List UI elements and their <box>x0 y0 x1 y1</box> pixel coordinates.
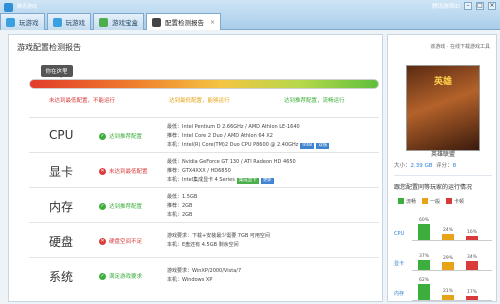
game-icon <box>52 17 62 27</box>
status-badge: ✓ 达到推荐配置 <box>99 202 143 210</box>
distribution-bar <box>418 224 430 240</box>
distribution-percent: 60% <box>418 218 429 223</box>
position-badge: 你在这里 <box>40 65 73 77</box>
spec-name: 硬盘 <box>49 235 74 249</box>
page-title: 游戏配置检测报告 <box>17 43 81 52</box>
tab-config-report[interactable]: 配置检测报告 × <box>146 13 222 30</box>
spec-name: 内存 <box>49 200 74 214</box>
distribution-legend: 流畅 一般 卡顿 <box>398 198 464 205</box>
level-label-low: 未达到最低配置，不能运行 <box>49 98 116 104</box>
distribution-percent: 62% <box>418 278 429 283</box>
spec-row-disk: 硬盘 ✕ 硬盘空间不足 游戏要求：下载+安装最少需要 7GB 可用空间 本机：E盘… <box>29 222 379 257</box>
status-badge: ✕ 硬盘空间不足 <box>99 237 143 245</box>
spec-name: 显卡 <box>49 165 74 179</box>
spec-row-os: 系统 ✓ 满足游戏要求 游戏要求：WinXP/2000/Vista/7 本机：Wi… <box>29 257 379 292</box>
tab-game-box[interactable]: 游戏宝盒 <box>93 13 144 30</box>
cross-icon: ✕ <box>99 167 106 175</box>
download-tool-link[interactable]: 该游戏 · 在线下载游戏工具 <box>430 43 490 50</box>
distribution-bar <box>466 296 478 300</box>
distribution-bars: 62% 21% 17% <box>412 273 492 301</box>
distribution-row: CPU 60% 24% 16% <box>394 213 494 241</box>
distribution-bar <box>442 295 454 300</box>
distribution-bar <box>442 262 454 270</box>
distribution-percent: 16% <box>466 230 477 235</box>
distribution-bar <box>466 261 478 270</box>
spec-name: 系统 <box>49 270 74 284</box>
distribution-bar <box>466 236 478 240</box>
distribution-label: 内存 <box>394 291 405 297</box>
game-side-panel: 该游戏 · 在线下载游戏工具 英雄 英雄联盟 大小：2.39 GB 评分：8 跟… <box>387 34 497 302</box>
level-label-min: 达到最低配置，能够运行 <box>169 98 230 104</box>
status-badge: ✓ 满足游戏要求 <box>99 272 143 280</box>
distribution-percent: 37% <box>418 254 429 259</box>
cross-icon: ✕ <box>99 237 106 245</box>
divider <box>394 175 492 176</box>
config-level-bar <box>29 79 379 89</box>
spec-requirements: 游戏要求：下载+安装最少需要 7GB 可用空间 本机：E盘还有 4.5GB 剩余… <box>167 233 270 248</box>
dual-core-tag: 双核 <box>316 143 330 149</box>
distribution-percent: 29% <box>442 256 453 261</box>
tab-bar: 玩游戏 玩游戏 游戏宝盒 配置检测报告 × <box>0 13 223 30</box>
spec-row-gpu: 显卡 ✕ 未达到最低配置 最低：Nvidia GeForce GT 130 / A… <box>29 152 379 187</box>
user-name[interactable]: 腾讯游戏ID <box>432 2 460 10</box>
distribution-bar <box>418 260 430 270</box>
distribution-percent: 17% <box>466 290 477 295</box>
spec-requirements: 最低：Nvidia GeForce GT 130 / ATI Radeon HD… <box>167 159 296 184</box>
report-icon <box>152 17 161 27</box>
game-icon <box>6 17 15 27</box>
distribution-row: 显卡 37% 29% 34% <box>394 243 494 271</box>
maximize-icon[interactable]: □ <box>476 2 484 10</box>
distribution-percent: 34% <box>466 255 477 260</box>
intel-tag: Intel <box>300 143 315 149</box>
status-badge: ✓ 达到推荐配置 <box>99 132 143 140</box>
level-marker <box>57 73 64 78</box>
minimize-icon[interactable]: – <box>464 2 472 10</box>
legend-smooth: 流畅 <box>398 198 416 205</box>
close-icon[interactable]: × <box>488 2 496 10</box>
game-meta: 大小：2.39 GB 评分：8 <box>394 163 457 169</box>
close-tab-icon[interactable]: × <box>210 19 215 26</box>
spec-requirements: 最低：1.5GB 推荐：2GB 本机：2GB <box>167 194 198 218</box>
game-cover-image[interactable]: 英雄 <box>406 65 480 151</box>
distribution-label: 显卡 <box>394 261 405 267</box>
tab-play-2[interactable]: 玩游戏 <box>46 13 91 30</box>
integrated-gpu-tag: 集成显卡 <box>236 178 259 184</box>
update-driver-link[interactable]: 更新 <box>260 178 274 184</box>
level-label-rec: 达到推荐配置，流畅运行 <box>284 98 345 104</box>
spec-row-cpu: CPU ✓ 达到推荐配置 最低：Intel Pentium D 2.66GHz /… <box>29 117 379 152</box>
window-controls: 腾讯游戏ID – □ × <box>432 2 496 10</box>
report-panel: 游戏配置检测报告 你在这里 未达到最低配置，不能运行 达到最低配置，能够运行 达… <box>8 34 383 302</box>
distribution-label: CPU <box>394 231 405 237</box>
spec-name: CPU <box>49 128 74 142</box>
spec-requirements: 游戏要求：WinXP/2000/Vista/7 本机：Windows XP <box>167 268 242 283</box>
distribution-bars: 60% 24% 16% <box>412 213 492 241</box>
status-badge: ✕ 未达到最低配置 <box>99 167 148 175</box>
distribution-row: 内存 62% 21% 17% <box>394 273 494 301</box>
distribution-percent: 24% <box>442 228 453 233</box>
distribution-title: 跟您配置同等玩家的运行情况 <box>394 184 473 191</box>
distribution-bar <box>418 284 430 300</box>
legend-normal: 一般 <box>422 198 440 205</box>
distribution-bars: 37% 29% 34% <box>412 243 492 271</box>
distribution-percent: 21% <box>442 289 453 294</box>
check-icon: ✓ <box>99 202 106 210</box>
spec-row-memory: 内存 ✓ 达到推荐配置 最低：1.5GB 推荐：2GB 本机：2GB <box>29 187 379 222</box>
tab-play-1[interactable]: 玩游戏 <box>0 13 45 30</box>
distribution-bar <box>442 234 454 240</box>
legend-lag: 卡顿 <box>446 198 464 205</box>
check-icon: ✓ <box>99 132 106 140</box>
app-logo-icon <box>4 3 13 12</box>
spec-requirements: 最低：Intel Pentium D 2.66GHz / AMD Athlon … <box>167 124 330 149</box>
game-name[interactable]: 英雄联盟 <box>388 149 498 158</box>
title-bar: 腾讯游戏 玩游戏 玩游戏 游戏宝盒 配置检测报告 × 腾讯游戏ID – □ × <box>0 0 500 30</box>
app-name: 腾讯游戏 <box>17 4 38 10</box>
check-icon: ✓ <box>99 272 106 280</box>
box-icon <box>99 17 108 27</box>
